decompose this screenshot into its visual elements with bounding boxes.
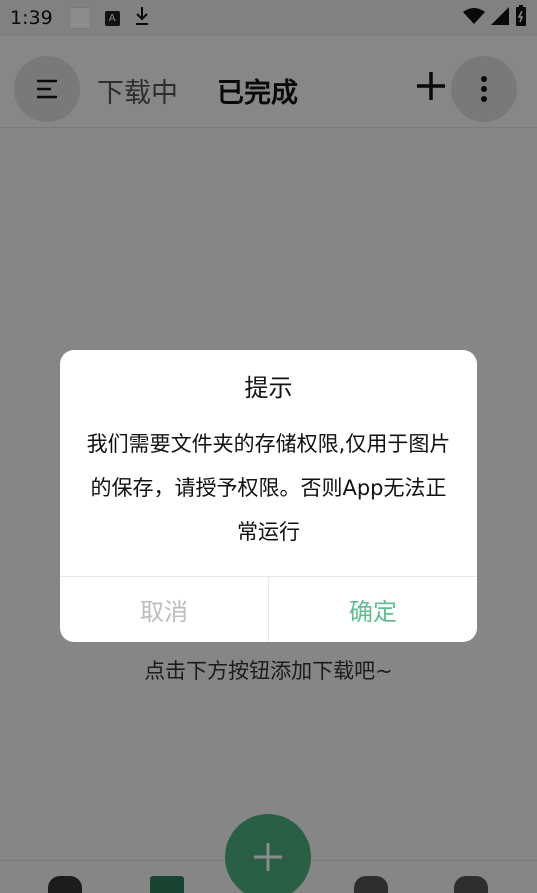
cancel-button[interactable]: 取消 [60,576,268,642]
dialog-title: 提示 [244,374,293,402]
dialog-message: 我们需要文件夹的存储权限,仅用于图片的保存，请授予权限。否则App无法正常运行 [86,432,451,544]
permission-dialog: 提示 我们需要文件夹的存储权限,仅用于图片的保存，请授予权限。否则App无法正常… [60,350,477,642]
confirm-button[interactable]: 确定 [269,576,477,642]
